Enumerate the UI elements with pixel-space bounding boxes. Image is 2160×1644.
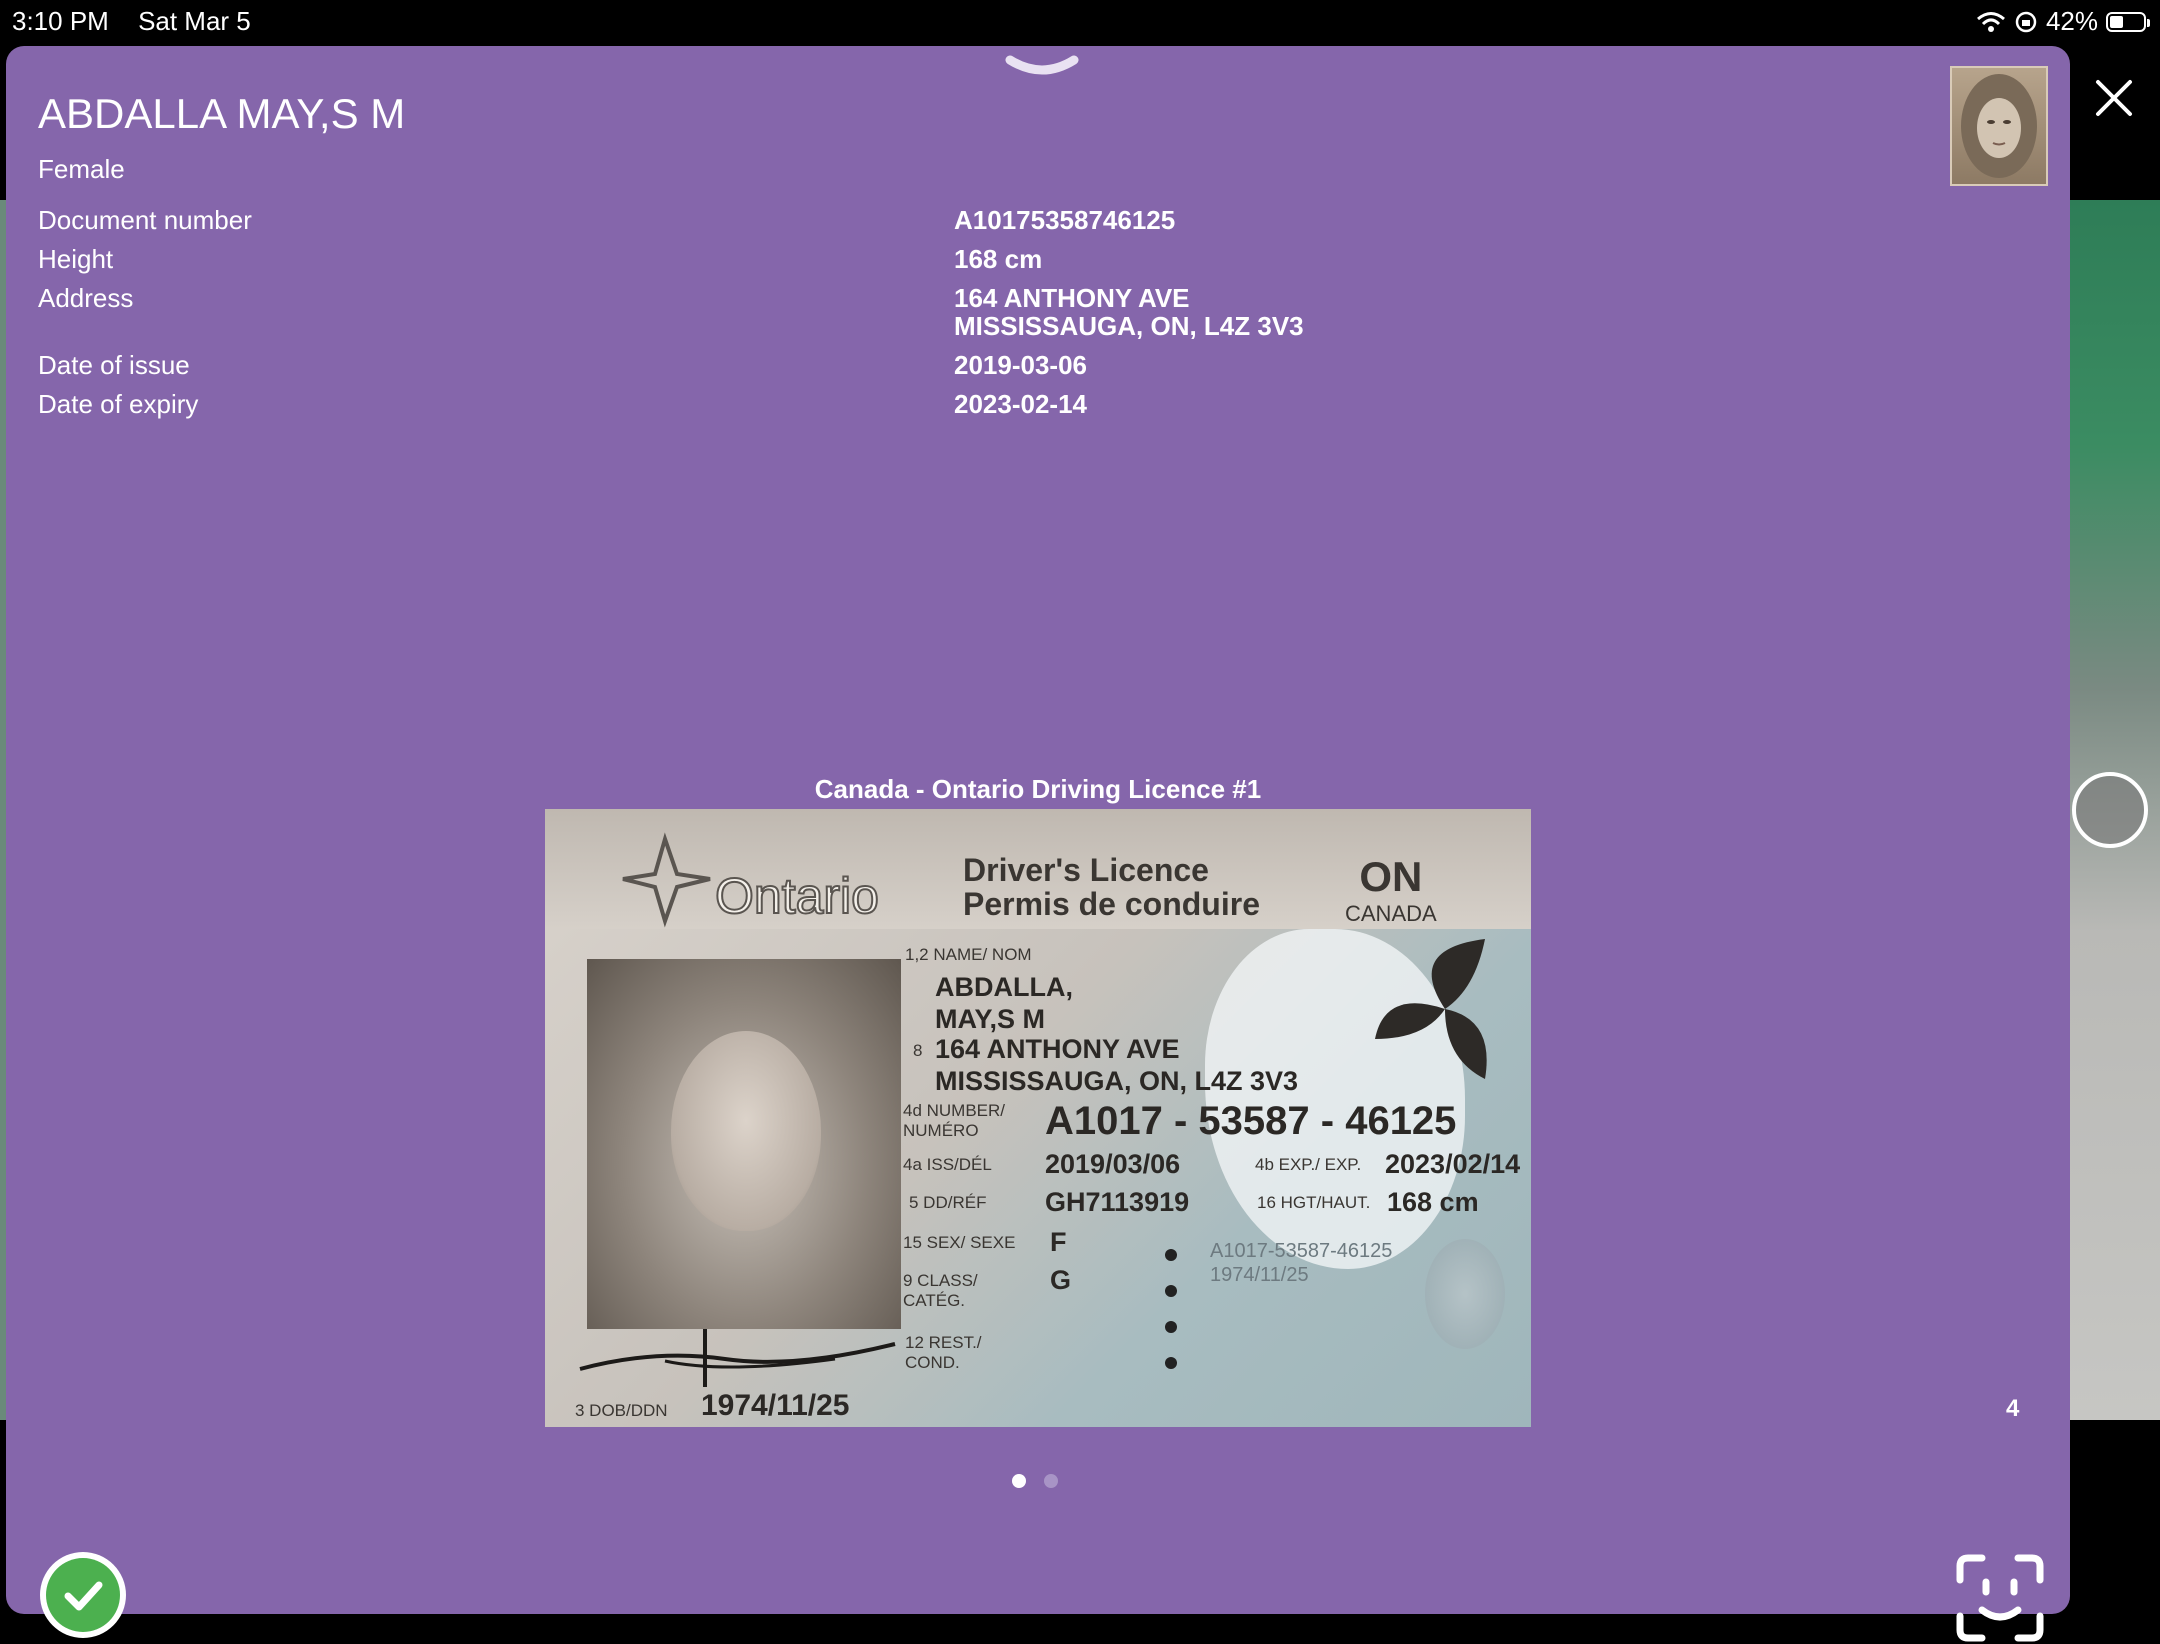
card-province: Ontario: [714, 867, 880, 925]
document-title: Canada - Ontario Driving Licence #1: [814, 774, 1262, 804]
card-heading-en: Driver's Licence: [963, 852, 1209, 888]
confirm-button[interactable]: [40, 1552, 126, 1638]
card-sex-label: 15 SEX/ SEXE: [903, 1233, 1016, 1252]
card-issue-label: 4a ISS/DÉL: [903, 1155, 992, 1174]
card-ghost-dob: 1974/11/25: [1210, 1264, 1309, 1286]
card-number: A1017 - 53587 - 46125: [1045, 1099, 1457, 1143]
field-value: 164 ANTHONY AVE MISSISSAUGA, ON, L4Z 3V3: [954, 283, 1304, 341]
card-number-label: 4d NUMBER/ NUMÉRO: [903, 1101, 1006, 1140]
card-dob-label: 3 DOB/DDN: [575, 1401, 668, 1420]
card-dob: 1974/11/25: [701, 1389, 850, 1422]
card-expiry-label: 4b EXP./ EXP.: [1255, 1155, 1362, 1174]
card-ref-label: 5 DD/RÉF: [909, 1193, 987, 1212]
battery-fill: [2110, 15, 2123, 28]
status-right: 42%: [1976, 6, 2150, 37]
card-address-line2: MISSISSAUGA, ON, L4Z 3V3: [935, 1066, 1299, 1096]
card-class-label: 9 CLASS/ CATÉG.: [903, 1271, 978, 1310]
card-country: CANADA: [1345, 901, 1437, 926]
portrait-thumbnail-image: [1961, 74, 2037, 178]
card-dots: [1165, 1249, 1177, 1393]
page-indicator[interactable]: [1012, 1474, 1058, 1488]
person-name: ABDALLA MAY,S M: [38, 90, 406, 137]
field-value: 168 cm: [954, 244, 1043, 274]
card-ghost-number: A1017-53587-46125: [1210, 1240, 1393, 1262]
checkmark-icon: [64, 1581, 103, 1611]
field-label: Address: [38, 283, 134, 313]
card-code: ON: [1359, 853, 1423, 900]
card-jurisdiction: ON CANADA: [1345, 853, 1437, 927]
card-name-line1: ABDALLA,: [935, 972, 1073, 1002]
field-label: Height: [38, 244, 114, 274]
battery-icon: [2106, 11, 2150, 32]
card-name-label: 1,2 NAME/ NOM: [905, 945, 1032, 964]
card-issue-date: 2019/03/06: [1045, 1149, 1181, 1179]
card-class: G: [1050, 1265, 1072, 1295]
card-heading-fr: Permis de conduire: [963, 886, 1260, 922]
card-signature: [579, 1329, 896, 1387]
face-scan-icon[interactable]: [1954, 1552, 2046, 1644]
card-name-line2: MAY,S M: [935, 1004, 1046, 1034]
card-height-label: 16 HGT/HAUT.: [1257, 1193, 1371, 1212]
status-date: Sat Mar 5: [138, 6, 251, 36]
card-address: 164 ANTHONY AVE MISSISSAUGA, ON, L4Z 3V3: [935, 1033, 1298, 1097]
trillium-flower-icon: [1375, 939, 1487, 1079]
card-expiry-date: 2023/02/14: [1385, 1149, 1521, 1179]
card-height: 168 cm: [1387, 1187, 1479, 1217]
field-row: Date of expiry 2023-02-14: [38, 390, 1438, 418]
close-icon[interactable]: [2086, 70, 2142, 126]
card-photo-face: [671, 1031, 821, 1231]
card-photo: [587, 959, 901, 1329]
confirm-button-fill: [46, 1558, 120, 1632]
status-left: 3:10 PM Sat Mar 5: [12, 6, 273, 37]
card-heading: Driver's Licence Permis de conduire: [963, 853, 1260, 921]
card-sex: F: [1050, 1227, 1067, 1257]
person-gender: Female: [38, 154, 125, 184]
result-sheet: ABDALLA MAY,S M Female Document number A…: [6, 46, 2070, 1642]
card-address-line1: 164 ANTHONY AVE: [935, 1034, 1180, 1064]
field-row: Address 164 ANTHONY AVE MISSISSAUGA, ON,…: [38, 284, 1438, 340]
chevron-down-icon[interactable]: [1004, 54, 1080, 84]
field-label: Date of issue: [38, 350, 190, 380]
field-label: Date of expiry: [38, 389, 199, 419]
field-value: A10175358746125: [954, 205, 1176, 235]
field-list: Document number A10175358746125 Height 1…: [38, 206, 1438, 429]
card-address-label: 8: [913, 1041, 923, 1060]
shutter-button[interactable]: [2072, 772, 2148, 848]
field-row: Document number A10175358746125: [38, 206, 1438, 234]
status-bar: 3:10 PM Sat Mar 5 42%: [0, 0, 2160, 44]
card-name: ABDALLA, MAY,S M: [935, 971, 1073, 1035]
field-row: Height 168 cm: [38, 245, 1438, 273]
wifi-icon: [1976, 11, 2005, 32]
field-value: 2023-02-14: [954, 389, 1087, 419]
page-dot-active[interactable]: [1012, 1474, 1026, 1488]
status-time: 3:10 PM: [12, 6, 109, 36]
field-value: 2019-03-06: [954, 350, 1087, 380]
page-counter: 4: [2006, 1395, 2020, 1422]
portrait-thumbnail[interactable]: [1950, 66, 2048, 186]
page-dot[interactable]: [1044, 1474, 1058, 1488]
field-row: Date of issue 2019-03-06: [38, 351, 1438, 379]
trillium-logo-icon: [622, 832, 711, 928]
battery-percent: 42%: [2045, 6, 2098, 36]
orientation-lock-icon: [2015, 11, 2037, 32]
card-ghost-text: A1017-53587-46125 1974/11/25: [1210, 1239, 1392, 1287]
field-label: Document number: [38, 205, 252, 235]
licence-image[interactable]: Ontario Driver's Licence Permis de condu…: [545, 809, 1531, 1427]
card-ref: GH7113919: [1045, 1187, 1190, 1217]
card-rest-label: 12 REST./ COND.: [905, 1333, 982, 1372]
card-ghost-photo: [1425, 1239, 1505, 1349]
